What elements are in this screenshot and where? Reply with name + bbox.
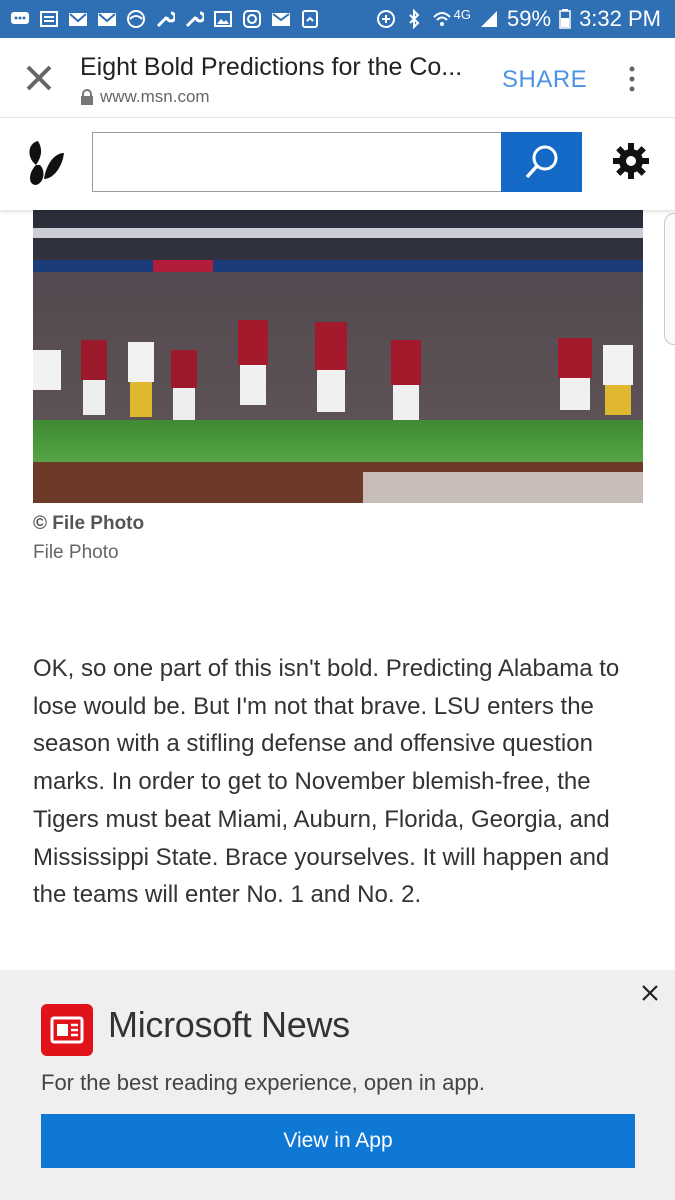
lock-icon	[81, 89, 93, 105]
chat-icon	[10, 9, 30, 29]
photo-caption: File Photo	[33, 542, 119, 563]
instagram-icon	[242, 9, 262, 29]
article-paragraph: OK, so one part of this isn't bold. Pred…	[33, 655, 620, 909]
photo-credit: © File Photo	[33, 513, 145, 534]
image-icon	[213, 9, 233, 29]
wrench-icon	[155, 9, 175, 29]
mail-icon	[271, 9, 291, 29]
battery-icon	[559, 9, 571, 29]
gear-icon[interactable]	[612, 142, 650, 180]
view-in-app-button[interactable]: View in App	[41, 1114, 635, 1168]
gmail-icon	[97, 9, 117, 29]
search-button[interactable]	[501, 132, 582, 192]
gmail-icon	[68, 9, 88, 29]
sports-icon	[126, 9, 146, 29]
clock: 3:32 PM	[579, 6, 661, 31]
side-panel-handle[interactable]	[664, 213, 675, 345]
card-icon	[300, 9, 320, 29]
signal-icon	[479, 9, 499, 29]
search-icon	[525, 145, 557, 179]
system-status: 4G 59% 3:32 PM	[376, 5, 661, 33]
url-row: www.msn.com	[80, 87, 210, 107]
data-saver-icon	[376, 9, 396, 29]
bluetooth-icon	[404, 9, 424, 29]
page-title: Eight Bold Predictions for the Co...	[80, 53, 463, 81]
more-options-icon[interactable]	[622, 64, 642, 94]
status-bar: 4G 59% 3:32 PM	[0, 0, 675, 38]
close-banner-icon[interactable]	[640, 983, 660, 1003]
microsoft-news-app-icon	[41, 1004, 93, 1056]
app-banner-title: Microsoft News	[108, 1004, 350, 1045]
custom-tab-toolbar: Eight Bold Predictions for the Co... www…	[0, 38, 675, 118]
msn-header	[0, 119, 675, 210]
search-input[interactable]	[92, 132, 502, 192]
wifi-icon	[432, 9, 452, 29]
app-banner-subtitle: For the best reading experience, open in…	[41, 1070, 485, 1095]
msn-butterfly-logo[interactable]	[24, 139, 68, 187]
close-icon[interactable]	[24, 63, 54, 93]
battery-percent: 59%	[507, 6, 552, 31]
wrench-icon	[184, 9, 204, 29]
news-icon	[39, 9, 59, 29]
news-icon	[50, 1016, 84, 1044]
network-type: 4G	[453, 6, 472, 22]
share-button[interactable]: SHARE	[502, 66, 587, 94]
notification-icons	[10, 6, 320, 32]
page-url: www.msn.com	[100, 87, 210, 106]
article-photo	[33, 210, 643, 503]
